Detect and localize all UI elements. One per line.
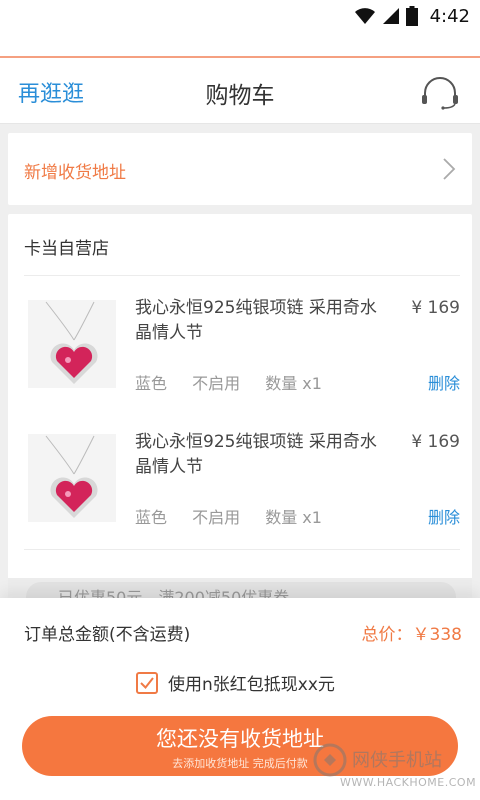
page-title: 购物车	[205, 83, 275, 109]
spec-status: 不启用	[192, 374, 241, 393]
store-card: 卡当自营店 我心永恒925纯银项链 采用奇水晶情人节 ¥ 169 蓝色 不启用 …	[8, 214, 472, 614]
divider	[24, 549, 460, 550]
heart-necklace-image	[28, 434, 116, 522]
watermark-logo-icon	[313, 743, 347, 777]
heart-necklace-image	[28, 300, 116, 388]
product-spec: 蓝色 不启用 数量 x1	[135, 504, 342, 528]
spec-status: 不启用	[192, 508, 241, 527]
watermark-url: WWW.HACKHOME.COM	[340, 776, 477, 789]
order-total-value: 总价：￥338	[361, 625, 462, 645]
add-address-row[interactable]: 新增收货地址	[8, 133, 472, 205]
redpacket-checkbox[interactable]	[136, 671, 158, 694]
checkmark-icon	[140, 676, 154, 689]
watermark-text: 网侠手机站	[352, 750, 442, 771]
product-thumbnail[interactable]	[28, 434, 116, 522]
order-total-label: 订单总金额(不含运费)	[24, 625, 191, 645]
status-bar: 4:42	[0, 0, 480, 32]
signal-icon	[382, 8, 399, 24]
spec-quantity[interactable]: 数量 x1	[265, 374, 322, 393]
product-thumbnail[interactable]	[28, 300, 116, 388]
wifi-icon	[354, 8, 375, 24]
redpacket-option[interactable]: 使用n张红包抵现xx元	[136, 670, 335, 695]
top-spacer	[0, 32, 480, 56]
product-spec: 蓝色 不启用 数量 x1	[135, 370, 342, 394]
product-name[interactable]: 我心永恒925纯银项链 采用奇水晶情人节	[135, 296, 393, 346]
store-name: 卡当自营店	[24, 239, 109, 259]
cart-item[interactable]: 我心永恒925纯银项链 采用奇水晶情人节 ¥ 169 蓝色 不启用 数量 x1 …	[8, 290, 472, 420]
spec-color: 蓝色	[135, 508, 168, 527]
battery-icon	[405, 6, 418, 26]
cart-item[interactable]: 我心永恒925纯银项链 采用奇水晶情人节 ¥ 169 蓝色 不启用 数量 x1 …	[8, 424, 472, 554]
delete-button[interactable]: 删除	[428, 370, 460, 394]
watermark: 网侠手机站 WWW.HACKHOME.COM	[312, 742, 476, 798]
nav-bar: 再逛逛 购物车	[0, 58, 480, 124]
status-icons: 4:42	[354, 4, 470, 28]
product-price: ¥ 169	[411, 432, 460, 452]
chevron-right-icon	[443, 158, 456, 180]
add-address-label: 新增收货地址	[24, 163, 126, 183]
delete-button[interactable]: 删除	[428, 504, 460, 528]
status-time: 4:42	[429, 5, 470, 27]
product-price: ¥ 169	[411, 298, 460, 318]
headset-icon[interactable]	[420, 76, 460, 110]
redpacket-label: 使用n张红包抵现xx元	[168, 675, 335, 695]
product-name[interactable]: 我心永恒925纯银项链 采用奇水晶情人节	[135, 430, 393, 480]
spec-quantity[interactable]: 数量 x1	[265, 508, 322, 527]
spec-color: 蓝色	[135, 374, 168, 393]
divider	[24, 275, 460, 276]
